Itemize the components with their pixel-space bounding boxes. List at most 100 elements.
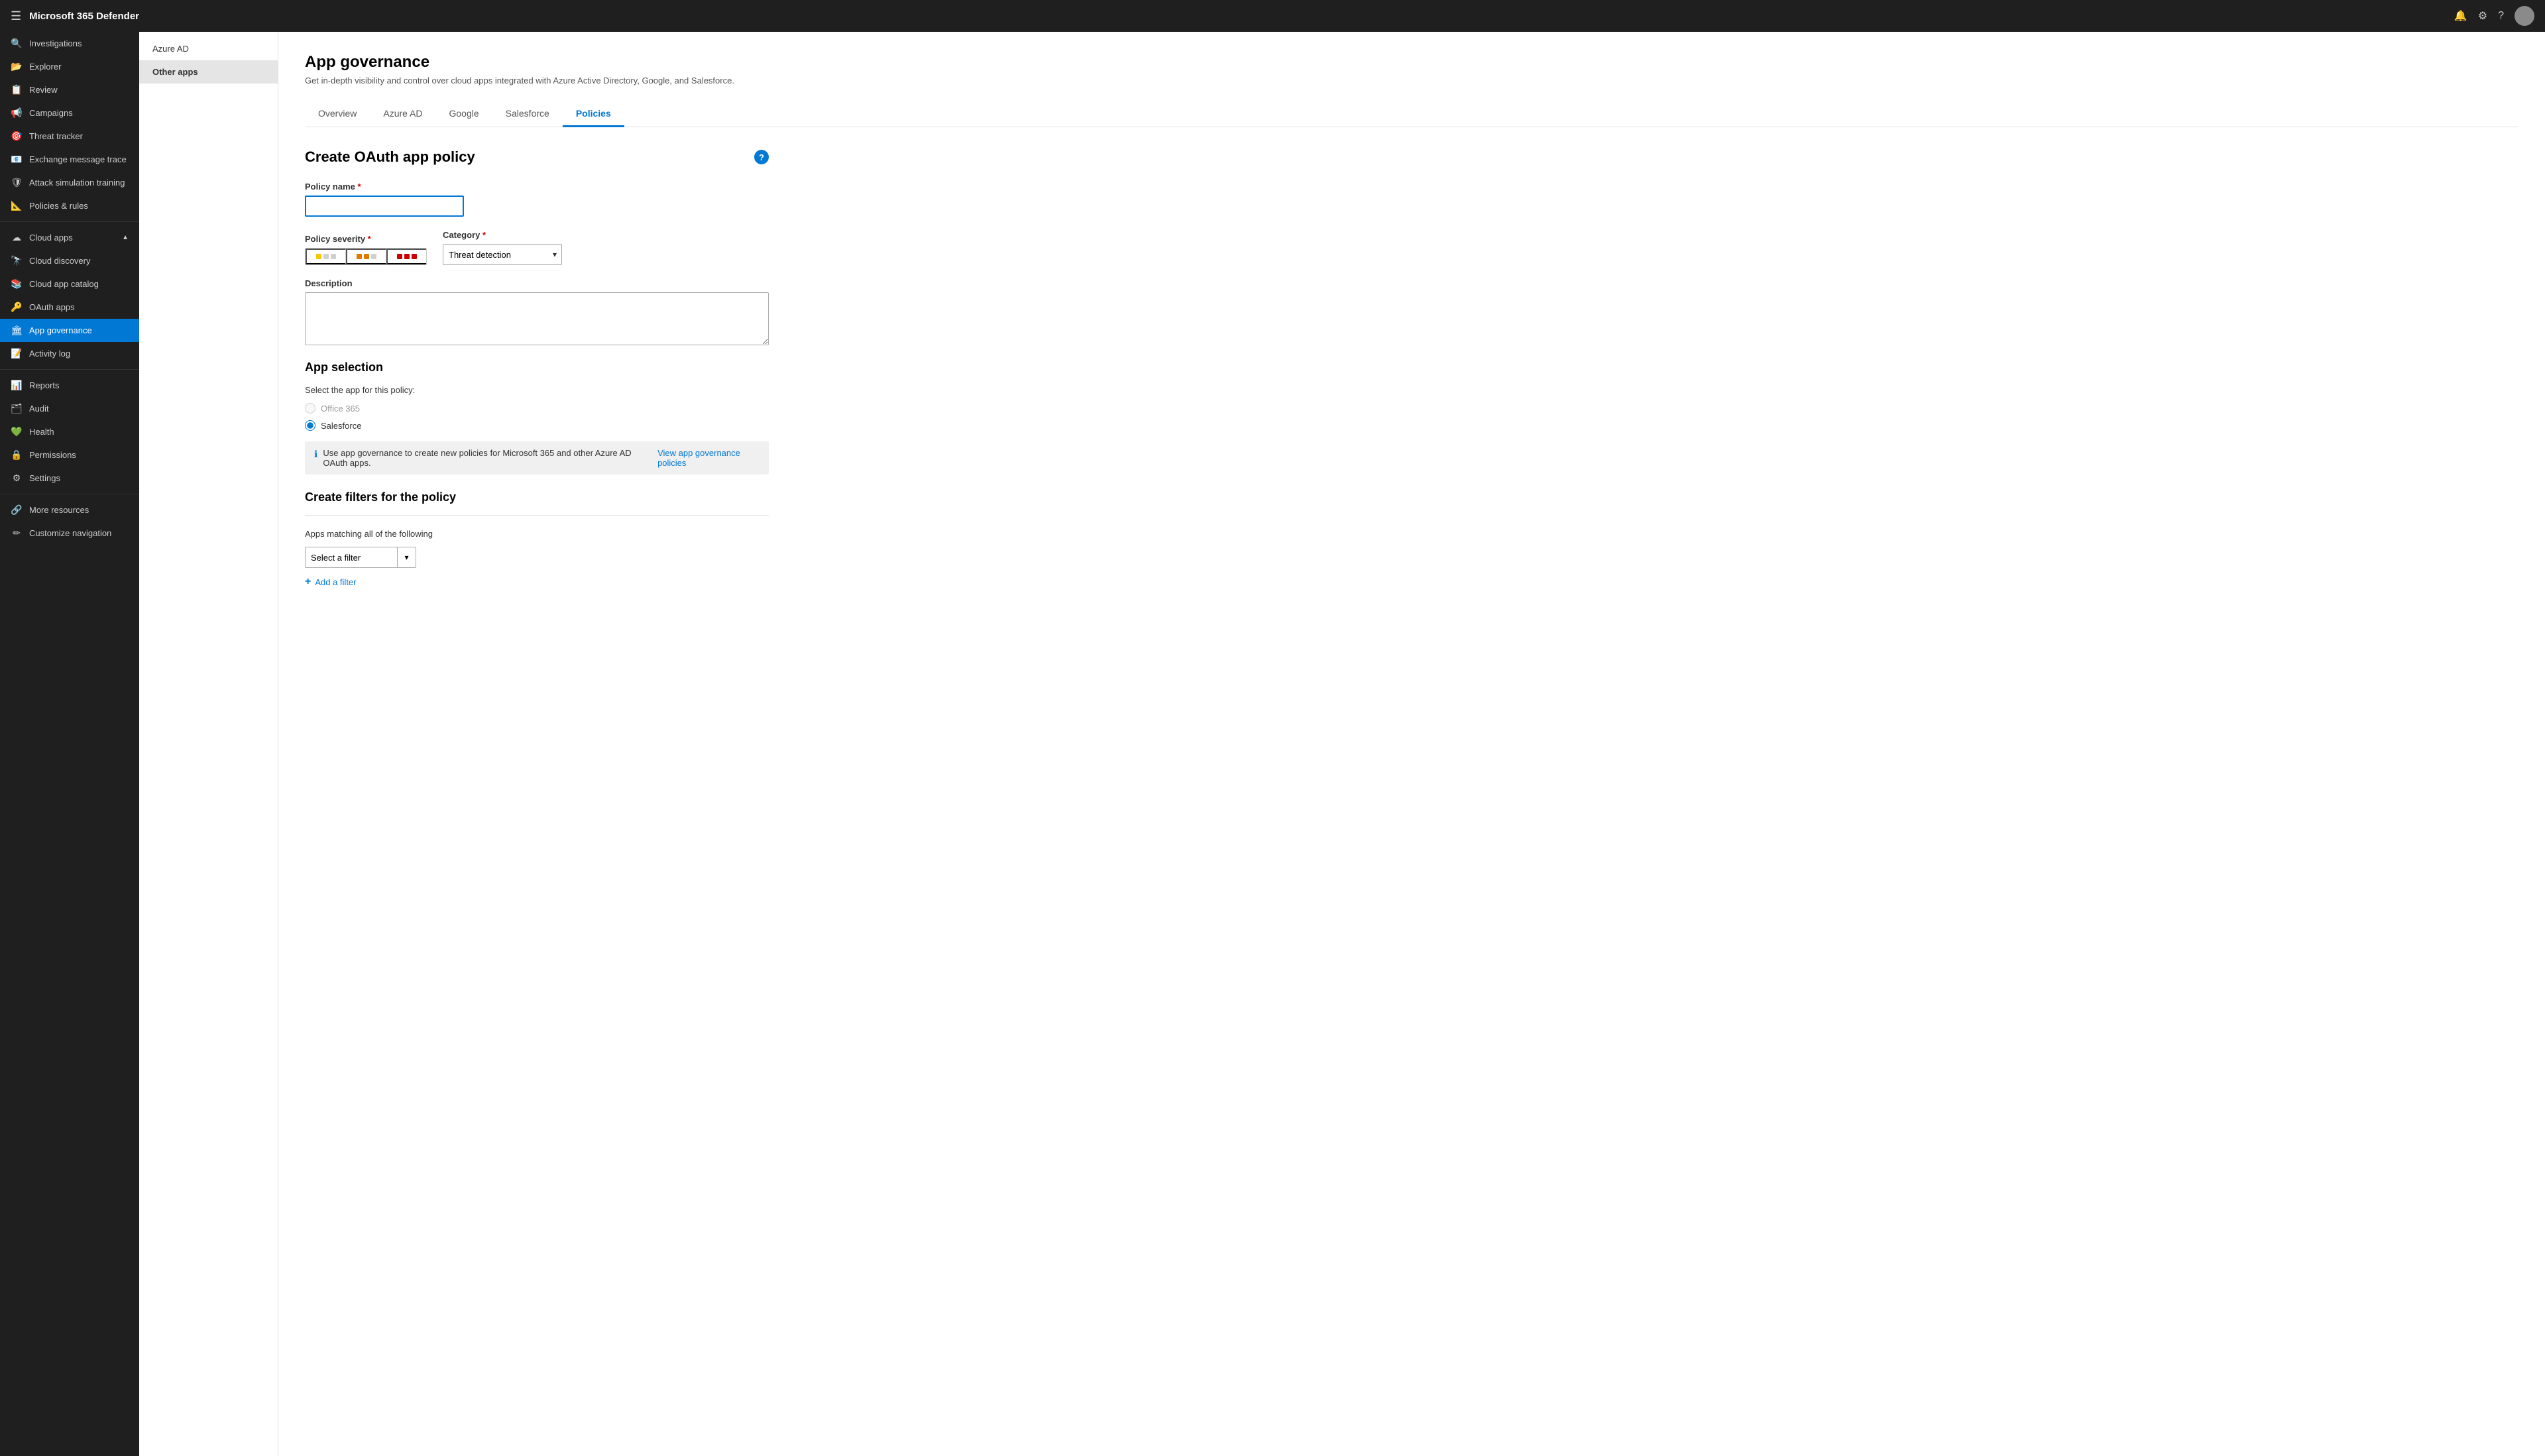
severity-medium-button[interactable]	[346, 249, 386, 264]
sidebar-divider-2	[0, 369, 139, 370]
audit-icon: 🗂	[11, 403, 23, 414]
reports-icon: 📊	[11, 380, 23, 391]
radio-item-salesforce[interactable]: Salesforce	[305, 420, 769, 431]
sidebar-item-cloud-discovery[interactable]: 🔭 Cloud discovery	[0, 249, 139, 272]
description-textarea[interactable]	[305, 292, 769, 345]
category-required: *	[480, 230, 486, 240]
sidebar-label-explorer: Explorer	[29, 62, 61, 72]
sidebar-item-health[interactable]: 💚 Health	[0, 420, 139, 443]
policy-severity-group: Policy severity *	[305, 234, 427, 265]
cloud-app-catalog-icon: 📚	[11, 278, 23, 290]
sidebar-item-activity-log[interactable]: 📝 Activity log	[0, 342, 139, 365]
cloud-apps-group-left: ☁ Cloud apps	[11, 232, 73, 243]
settings-icon[interactable]: ⚙	[2478, 9, 2487, 23]
review-icon: 📋	[11, 84, 23, 95]
select-filter-arrow[interactable]: ▾	[398, 547, 416, 568]
sidebar-item-investigations[interactable]: 🔍 Investigations	[0, 32, 139, 55]
activity-log-icon: 📝	[11, 348, 23, 359]
sidebar-label-permissions: Permissions	[29, 450, 76, 460]
radio-label-salesforce: Salesforce	[321, 421, 361, 431]
help-circle-icon[interactable]: ?	[754, 150, 769, 164]
sub-sidebar-item-other-apps[interactable]: Other apps	[139, 60, 278, 84]
explorer-icon: 📂	[11, 61, 23, 72]
policy-name-input[interactable]	[305, 196, 464, 217]
app-title: Microsoft 365 Defender	[29, 11, 2446, 22]
sev-dot-low-2	[323, 254, 329, 259]
sidebar-label-activity-log: Activity log	[29, 349, 70, 359]
sidebar-label-health: Health	[29, 427, 54, 437]
info-link[interactable]: View app governance policies	[657, 448, 760, 468]
sub-sidebar-item-azure-ad[interactable]: Azure AD	[139, 37, 278, 60]
topbar: ☰ Microsoft 365 Defender 🔔 ⚙ ?	[0, 0, 2545, 32]
sidebar-item-app-governance[interactable]: 🏛 App governance	[0, 319, 139, 342]
sidebar-group-cloud-apps[interactable]: ☁ Cloud apps ▲	[0, 226, 139, 249]
hamburger-menu[interactable]: ☰	[11, 9, 21, 23]
sidebar-item-settings[interactable]: ⚙ Settings	[0, 467, 139, 490]
radio-salesforce[interactable]	[305, 420, 315, 431]
avatar-image	[2515, 6, 2534, 26]
radio-label-office365: Office 365	[321, 404, 360, 414]
policies-rules-icon: 📐	[11, 200, 23, 211]
info-circle-icon: ℹ	[314, 449, 317, 460]
severity-low-button[interactable]	[306, 249, 346, 264]
policy-severity-required: *	[365, 234, 371, 244]
sidebar-label-app-governance: App governance	[29, 325, 92, 335]
severity-high-button[interactable]	[386, 249, 426, 264]
sidebar-label-campaigns: Campaigns	[29, 108, 73, 118]
apps-matching-label: Apps matching all of the following	[305, 529, 769, 539]
tab-salesforce[interactable]: Salesforce	[492, 101, 563, 127]
sidebar-item-threat-tracker[interactable]: 🎯 Threat tracker	[0, 125, 139, 148]
topbar-icons: 🔔 ⚙ ?	[2454, 6, 2534, 26]
sidebar-label-cloud-app-catalog: Cloud app catalog	[29, 279, 99, 289]
sev-dot-high-3	[412, 254, 417, 259]
tab-policies[interactable]: Policies	[563, 101, 624, 127]
sidebar-item-audit[interactable]: 🗂 Audit	[0, 397, 139, 420]
tab-google[interactable]: Google	[436, 101, 492, 127]
category-label: Category *	[443, 230, 562, 240]
sidebar-item-explorer[interactable]: 📂 Explorer	[0, 55, 139, 78]
sidebar-label-review: Review	[29, 85, 58, 95]
tabs: Overview Azure AD Google Salesforce Poli…	[305, 101, 2518, 127]
sidebar: 🔍 Investigations 📂 Explorer 📋 Review 📢 C…	[0, 32, 139, 1456]
sev-dot-med-1	[357, 254, 362, 259]
sev-dot-med-2	[364, 254, 369, 259]
description-label: Description	[305, 278, 769, 288]
radio-office365[interactable]	[305, 403, 315, 414]
more-resources-icon: 🔗	[11, 504, 23, 516]
category-select[interactable]: Threat detection Compliance Data protect…	[443, 244, 562, 265]
sidebar-item-attack-simulation[interactable]: 🛡 Attack simulation training	[0, 171, 139, 194]
create-filters-title: Create filters for the policy	[305, 490, 769, 504]
tab-overview[interactable]: Overview	[305, 101, 370, 127]
sidebar-item-oauth-apps[interactable]: 🔑 OAuth apps	[0, 296, 139, 319]
sev-dot-high-2	[404, 254, 410, 259]
sidebar-item-exchange-message-trace[interactable]: 📧 Exchange message trace	[0, 148, 139, 171]
sub-sidebar: Azure AD Other apps	[139, 32, 278, 1456]
tab-azure-ad[interactable]: Azure AD	[370, 101, 435, 127]
sidebar-item-permissions[interactable]: 🔒 Permissions	[0, 443, 139, 467]
app-selection-title: App selection	[305, 361, 769, 374]
sidebar-label-exchange-message-trace: Exchange message trace	[29, 154, 127, 164]
avatar[interactable]	[2515, 6, 2534, 26]
sidebar-item-campaigns[interactable]: 📢 Campaigns	[0, 101, 139, 125]
app-governance-icon: 🏛	[11, 325, 23, 336]
info-text: Use app governance to create new policie…	[323, 448, 644, 468]
notification-icon[interactable]: 🔔	[2454, 9, 2467, 23]
sidebar-item-policies-rules[interactable]: 📐 Policies & rules	[0, 194, 139, 217]
sidebar-item-customize-nav[interactable]: ✏ Customize navigation	[0, 522, 139, 545]
cloud-apps-chevron: ▲	[122, 234, 129, 241]
sidebar-label-reports: Reports	[29, 380, 60, 390]
add-icon: +	[305, 576, 311, 588]
attack-simulation-icon: 🛡	[11, 177, 23, 188]
add-filter-button[interactable]: + Add a filter	[305, 576, 769, 588]
sidebar-item-review[interactable]: 📋 Review	[0, 78, 139, 101]
select-filter[interactable]: Select a filter	[305, 547, 398, 568]
sev-dot-low-1	[316, 254, 321, 259]
sidebar-item-cloud-app-catalog[interactable]: 📚 Cloud app catalog	[0, 272, 139, 296]
sidebar-label-oauth-apps: OAuth apps	[29, 302, 75, 312]
sidebar-item-more-resources[interactable]: 🔗 More resources	[0, 498, 139, 522]
sidebar-item-reports[interactable]: 📊 Reports	[0, 374, 139, 397]
sidebar-divider-1	[0, 221, 139, 222]
radio-item-office365[interactable]: Office 365	[305, 403, 769, 414]
help-icon[interactable]: ?	[2498, 10, 2504, 22]
info-box: ℹ Use app governance to create new polic…	[305, 441, 769, 475]
